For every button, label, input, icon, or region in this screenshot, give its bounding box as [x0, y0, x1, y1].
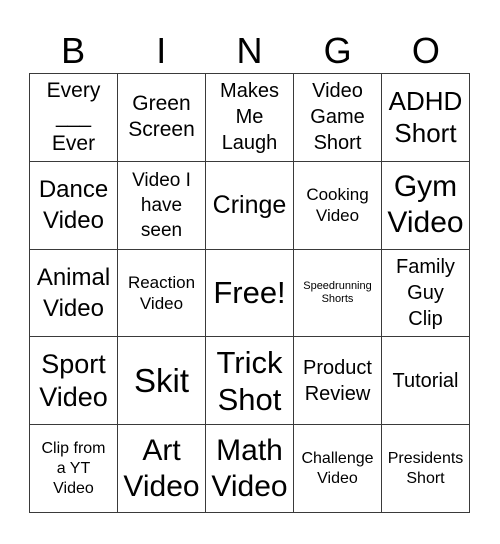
bingo-cell-label: Clip from a YT Video: [41, 439, 106, 497]
bingo-cell-g2[interactable]: Cooking Video: [294, 161, 382, 250]
bingo-cell-label: Cringe: [212, 190, 287, 219]
bingo-cell-label: Cooking Video: [306, 184, 369, 226]
bingo-cell-label: Video I have seen: [132, 169, 191, 241]
bingo-cell-b1[interactable]: Every ___ Ever: [30, 74, 118, 162]
bingo-cell-n2[interactable]: Cringe: [206, 161, 294, 250]
bingo-cell-b3[interactable]: Animal Video: [30, 249, 118, 338]
bingo-cell-b2[interactable]: Dance Video: [30, 161, 118, 250]
bingo-cell-n3[interactable]: Free!: [206, 249, 294, 338]
bingo-cell-label: Math Video: [211, 433, 288, 503]
bingo-cell-o2[interactable]: Gym Video: [382, 161, 470, 250]
bingo-cell-g4[interactable]: Product Review: [294, 337, 382, 426]
bingo-cell-label: Trick Shot: [216, 344, 283, 417]
header-letter-g: G: [323, 30, 352, 71]
bingo-cell-n4[interactable]: Trick Shot: [206, 337, 294, 426]
bingo-cell-b5[interactable]: Clip from a YT Video: [30, 425, 118, 513]
bingo-cell-o3[interactable]: Family Guy Clip: [382, 249, 470, 338]
bingo-cell-n1[interactable]: Makes Me Laugh: [206, 74, 294, 162]
bingo-cell-g3[interactable]: Speedrunning Shorts: [294, 249, 382, 338]
header-letter-i: I: [156, 30, 167, 71]
bingo-cell-label: Free!: [213, 275, 286, 311]
bingo-cell-label: Animal Video: [36, 263, 111, 322]
bingo-cell-label: ADHD Short: [388, 85, 463, 149]
bingo-cell-label: Green Screen: [128, 92, 195, 142]
bingo-cell-label: Video Game Short: [310, 80, 365, 155]
bingo-cell-i1[interactable]: Green Screen: [118, 74, 206, 162]
bingo-cell-label: Challenge Video: [301, 449, 374, 487]
bingo-cell-label: Presidents Short: [387, 449, 464, 487]
bingo-cell-n5[interactable]: Math Video: [206, 425, 294, 513]
bingo-cell-label: Makes Me Laugh: [220, 80, 279, 155]
bingo-cell-b4[interactable]: Sport Video: [30, 337, 118, 426]
bingo-grid: Every ___ Ever Green Screen Makes Me Laugh…: [29, 73, 470, 513]
bingo-cell-label: Product Review: [303, 356, 372, 405]
bingo-cell-g1[interactable]: Video Game Short: [294, 74, 382, 162]
bingo-cell-label: Art Video: [123, 433, 200, 503]
bingo-cell-label: Family Guy Clip: [396, 255, 455, 330]
bingo-cell-i3[interactable]: Reaction Video: [118, 249, 206, 338]
bingo-header: B I N G O: [29, 30, 471, 72]
bingo-cell-label: Dance Video: [38, 176, 109, 235]
bingo-cell-label: Reaction Video: [127, 272, 196, 313]
bingo-cell-label: Every ___ Ever: [46, 79, 101, 155]
bingo-cell-i5[interactable]: Art Video: [118, 425, 206, 513]
bingo-cell-label: Speedrunning Shorts: [303, 279, 372, 305]
bingo-cell-label: Sport Video: [39, 348, 108, 412]
header-letter-n: N: [236, 30, 263, 71]
bingo-cell-g5[interactable]: Challenge Video: [294, 425, 382, 513]
bingo-cell-i2[interactable]: Video I have seen: [118, 161, 206, 250]
bingo-cell-label: Skit: [133, 361, 189, 399]
bingo-cell-o5[interactable]: Presidents Short: [382, 425, 470, 513]
header-letter-b: B: [61, 30, 86, 71]
bingo-cell-label: Tutorial: [392, 369, 459, 392]
bingo-cell-o1[interactable]: ADHD Short: [382, 74, 470, 162]
bingo-cell-label: Gym Video: [387, 170, 464, 240]
header-letter-o: O: [411, 30, 440, 71]
bingo-cell-i4[interactable]: Skit: [118, 337, 206, 426]
bingo-cell-o4[interactable]: Tutorial: [382, 337, 470, 426]
